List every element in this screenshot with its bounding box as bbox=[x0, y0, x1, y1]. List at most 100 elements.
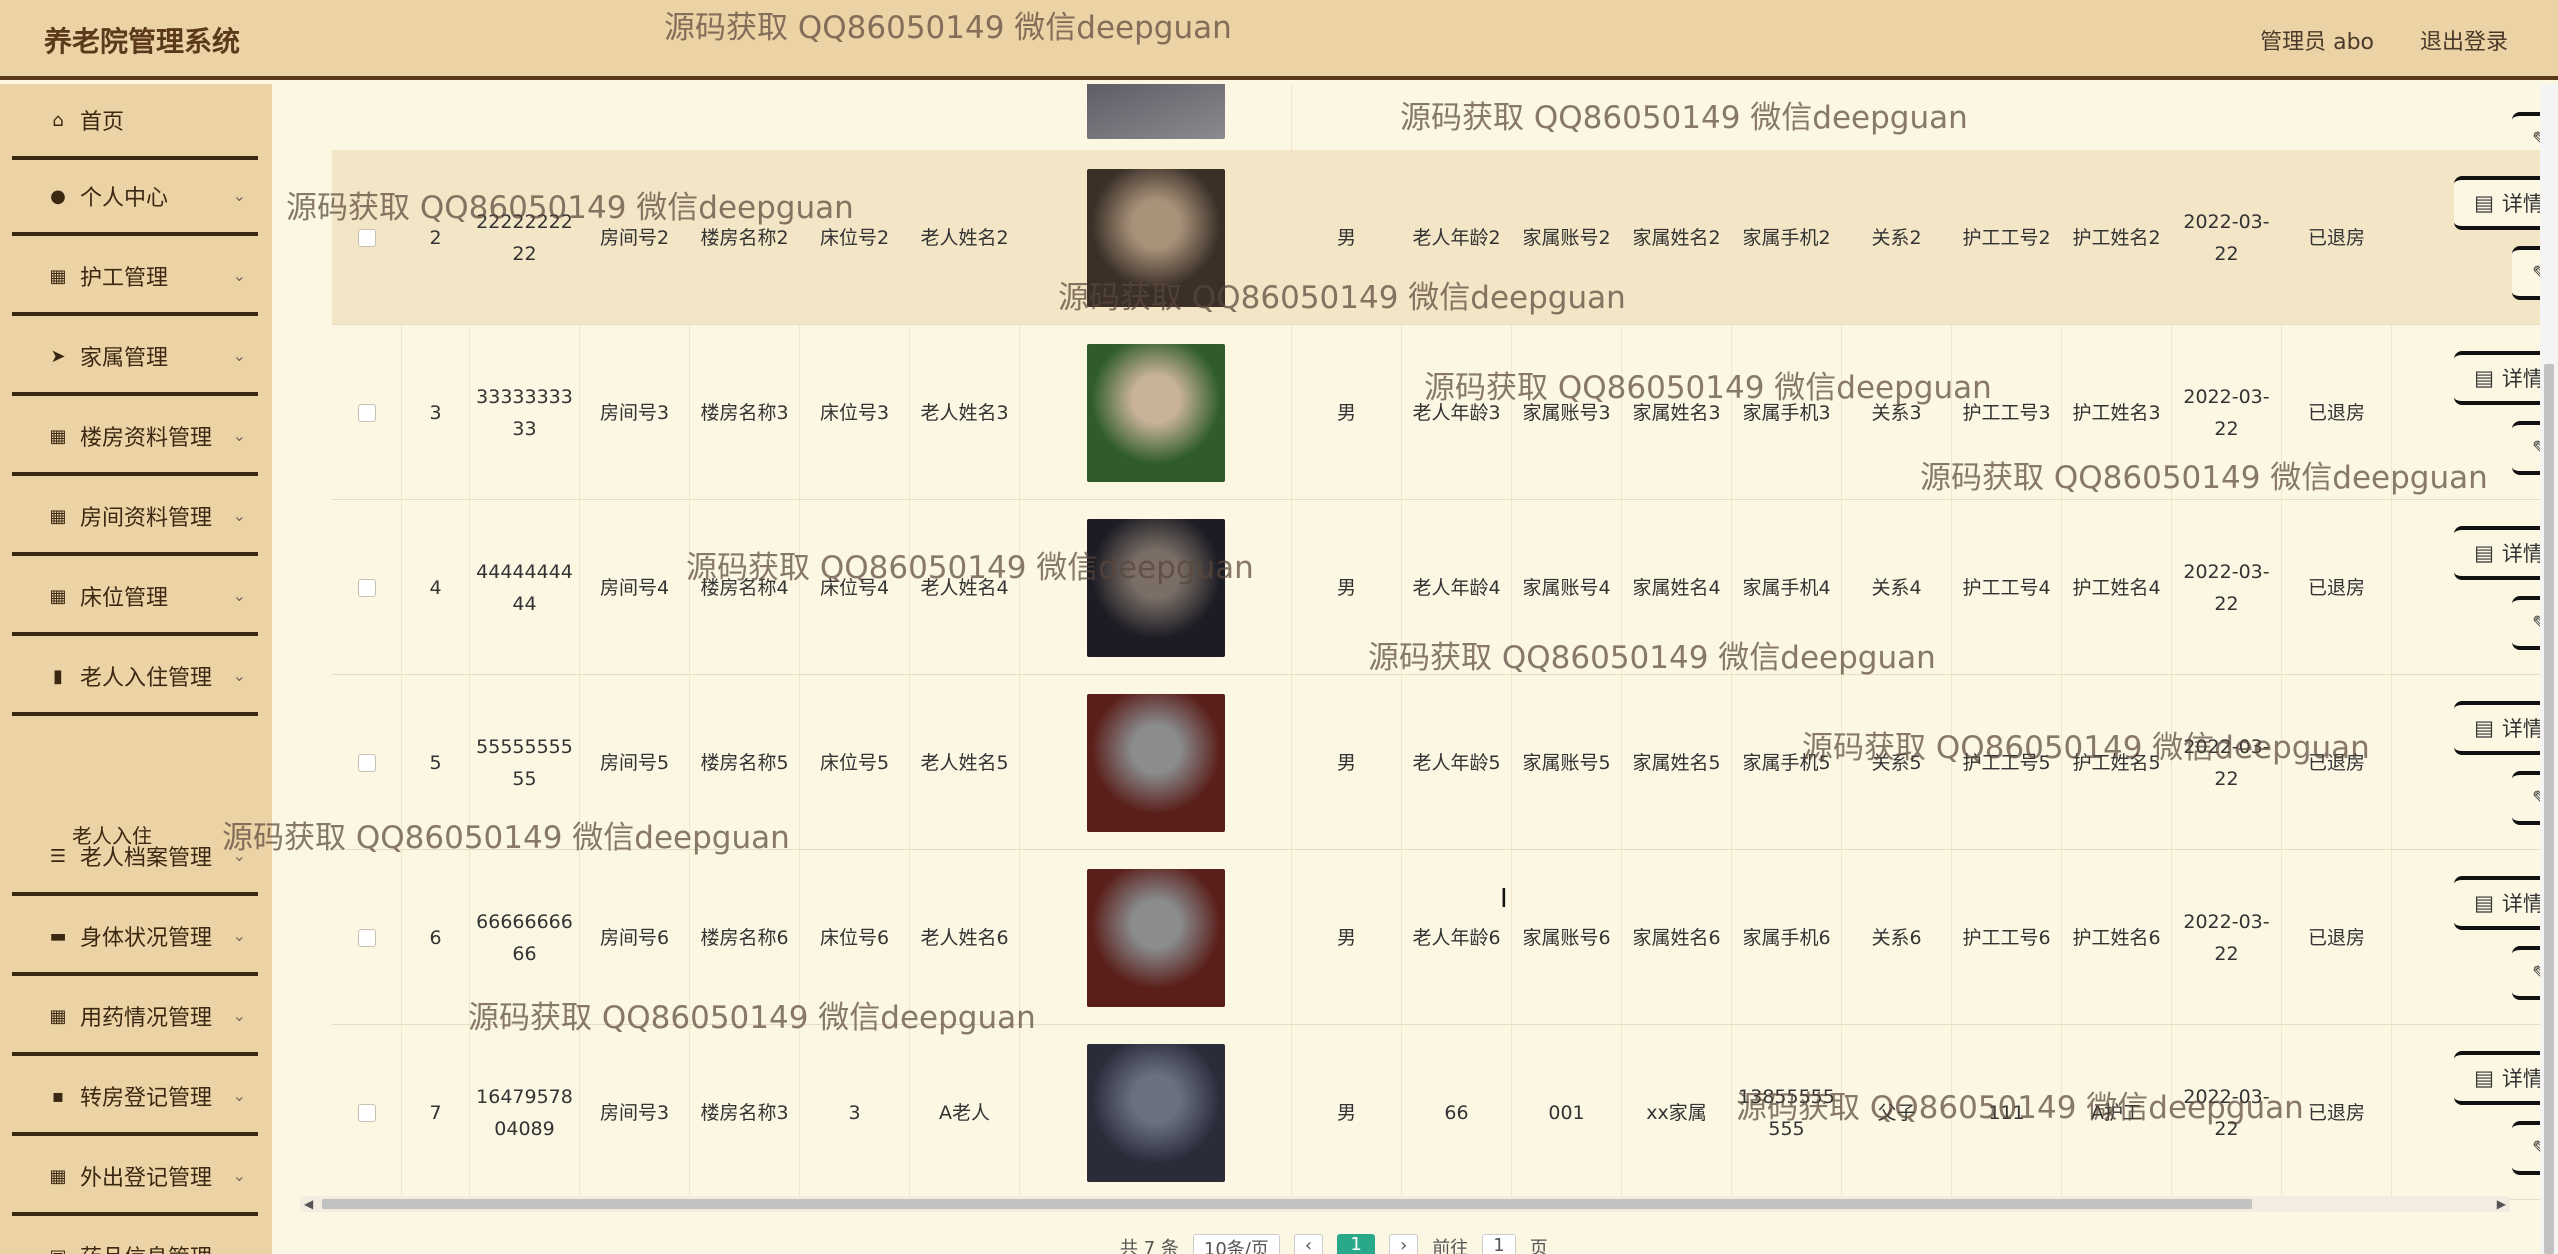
cell-idx: 3 bbox=[402, 325, 470, 500]
scroll-left-icon[interactable]: ◀ bbox=[304, 1196, 313, 1212]
checkbox-cell bbox=[332, 150, 402, 325]
sidebar-item-1[interactable]: ● 个人中心 ⌄ bbox=[12, 160, 258, 236]
cell-account: 1647957804089 bbox=[470, 1025, 580, 1200]
scroll-right-icon[interactable]: ▶ bbox=[2497, 1196, 2506, 1212]
document-icon: ▤ bbox=[2474, 1066, 2494, 1090]
sidebar-item-13[interactable]: ▣ 药品信息管理 ⌄ bbox=[12, 1220, 258, 1254]
detail-label: 详情 bbox=[2501, 192, 2544, 216]
document-icon: ▤ bbox=[2474, 716, 2494, 740]
row-checkbox[interactable] bbox=[357, 753, 376, 772]
horizontal-scrollbar[interactable]: ◀ ▶ bbox=[300, 1196, 2510, 1212]
photo-cell bbox=[1020, 1025, 1292, 1200]
sidebar-item-label: 外出登记管理 bbox=[80, 1166, 213, 1191]
logout-link[interactable]: 退出登录 bbox=[2420, 24, 2508, 56]
sidebar-item-4[interactable]: ▦ 楼房资料管理 ⌄ bbox=[12, 400, 258, 476]
next-page-button[interactable]: › bbox=[1389, 1234, 1419, 1254]
table-row[interactable]: 5 5555555555 房间号5 楼房名称5 床位号5 老人姓名5 男老人年龄5 家属账号5… bbox=[332, 675, 2558, 850]
cell-nurse_name: 护工姓名6 bbox=[2062, 850, 2172, 1025]
cell-date: 2022-03-22 bbox=[2172, 500, 2282, 675]
cell-fam_phone: 家属手机6 bbox=[1732, 850, 1842, 1025]
cell-building: 楼房名称6 bbox=[690, 850, 800, 1025]
sidebar-item-3[interactable]: ➤ 家属管理 ⌄ bbox=[12, 320, 258, 396]
prev-page-button[interactable]: ‹ bbox=[1293, 1234, 1324, 1254]
table-row[interactable]: 7 1647957804089 房间号3 楼房名称3 3 A老人 男 66 001 xx家属 138… bbox=[332, 1025, 2558, 1200]
send-icon: ➤ bbox=[50, 345, 66, 367]
elder-photo bbox=[1086, 868, 1225, 1007]
chevron-down-icon: ⌄ bbox=[232, 1006, 246, 1025]
cell-gender: 男 bbox=[1292, 1025, 1402, 1200]
row-checkbox[interactable] bbox=[357, 403, 376, 422]
sidebar-item-2[interactable]: ▦ 护工管理 ⌄ bbox=[12, 240, 258, 316]
cell-nurse_no: 护工工号6 bbox=[1952, 850, 2062, 1025]
current-user-label: 管理员 abo bbox=[2260, 30, 2374, 55]
row-checkbox[interactable] bbox=[357, 928, 376, 947]
cell-room: 房间号3 bbox=[580, 1025, 690, 1200]
cell-account: 2222222222 bbox=[470, 150, 580, 325]
chevron-down-icon: ⌄ bbox=[232, 346, 246, 365]
table-row[interactable]: 6 6666666666 房间号6 楼房名称6 床位号6 老人姓名6 男老人年龄6 家属账号6… bbox=[332, 850, 2558, 1025]
vertical-scrollbar[interactable] bbox=[2540, 84, 2558, 1254]
cell-fam_phone: 家属手机3 bbox=[1732, 325, 1842, 500]
grid-icon: ▦ bbox=[49, 425, 67, 447]
cell-fam_name: 家属姓名4 bbox=[1622, 500, 1732, 675]
cell-status: 已退房 bbox=[2282, 150, 2392, 325]
page-size-select[interactable]: 10条/页 bbox=[1192, 1234, 1280, 1254]
cell-fam_acc: 家属账号6 bbox=[1512, 850, 1622, 1025]
document-icon: ▤ bbox=[2474, 366, 2494, 390]
cell-fam_phone: 家属手机4 bbox=[1732, 500, 1842, 675]
sidebar-item-9[interactable]: ▬ 身体状况管理 ⌄ bbox=[12, 900, 258, 976]
cell-age: 老人年龄6 bbox=[1402, 850, 1512, 1025]
sidebar-item-label: 房间资料管理 bbox=[80, 506, 213, 531]
cell-bed: 3 bbox=[800, 1025, 910, 1200]
cell-bed: 床位号3 bbox=[800, 325, 910, 500]
chevron-down-icon: ⌄ bbox=[232, 846, 246, 865]
sidebar-subitem-elder-checkin[interactable]: 老人入住 bbox=[72, 820, 152, 849]
cell-age: 老人年龄3 bbox=[1402, 325, 1512, 500]
chevron-down-icon: ⌄ bbox=[232, 506, 246, 525]
cell-name: A老人 bbox=[910, 1025, 1020, 1200]
cell-nurse_name: 护工姓名3 bbox=[2062, 325, 2172, 500]
sidebar-item-7[interactable]: ▮ 老人入住管理 ⌄ bbox=[12, 640, 258, 716]
sidebar-item-6[interactable]: ▦ 床位管理 ⌄ bbox=[12, 560, 258, 636]
checkbox-cell bbox=[332, 675, 402, 850]
detail-label: 详情 bbox=[2501, 717, 2544, 741]
row-checkbox[interactable] bbox=[357, 228, 376, 247]
cell-bed: 床位号5 bbox=[800, 675, 910, 850]
chevron-down-icon: ⌄ bbox=[232, 926, 246, 945]
cell-gender: 男 bbox=[1292, 675, 1402, 850]
table-row[interactable]: 2 2222222222 房间号2 楼房名称2 床位号2 老人姓名2 男老人年龄2 家属账号2… bbox=[332, 150, 2558, 325]
page-number-button[interactable]: 1 bbox=[1337, 1234, 1376, 1254]
sidebar-item-label: 床位管理 bbox=[80, 586, 169, 611]
cell-fam_name: 家属姓名5 bbox=[1622, 675, 1732, 850]
sidebar-item-label: 转房登记管理 bbox=[80, 1086, 213, 1111]
goto-label: 前往 bbox=[1432, 1238, 1469, 1254]
cell-relation: 关系5 bbox=[1842, 675, 1952, 850]
elder-photo bbox=[1086, 518, 1225, 657]
goto-page-input[interactable]: 1 bbox=[1482, 1234, 1516, 1254]
cell-fam_phone: 家属手机5 bbox=[1732, 675, 1842, 850]
cell-idx: 7 bbox=[402, 1025, 470, 1200]
sidebar-item-0[interactable]: ⌂ 首页 bbox=[12, 84, 258, 160]
scroll-thumb[interactable] bbox=[322, 1199, 2252, 1209]
cell-building: 楼房名称3 bbox=[690, 1025, 800, 1200]
cell-fam_name: 家属姓名2 bbox=[1622, 150, 1732, 325]
table-row[interactable]: 3 3333333333 房间号3 楼房名称3 床位号3 老人姓名3 男老人年龄3 家属账号3… bbox=[332, 325, 2558, 500]
sidebar-item-11[interactable]: ▪ 转房登记管理 ⌄ bbox=[12, 1060, 258, 1136]
document-icon: ▤ bbox=[2474, 541, 2494, 565]
cell-idx: 6 bbox=[402, 850, 470, 1025]
elder-photo bbox=[1086, 168, 1225, 307]
row-checkbox[interactable] bbox=[357, 1103, 376, 1122]
sidebar-item-5[interactable]: ▦ 房间资料管理 ⌄ bbox=[12, 480, 258, 556]
clipboard-icon: ▣ bbox=[46, 1246, 70, 1254]
cell-gender: 男 bbox=[1292, 500, 1402, 675]
scroll-thumb-vertical[interactable] bbox=[2544, 364, 2554, 1254]
table-row[interactable]: 4 4444444444 房间号4 楼房名称4 床位号4 老人姓名4 男老人年龄4 家属账号4… bbox=[332, 500, 2558, 675]
cell-relation: 关系6 bbox=[1842, 850, 1952, 1025]
row-checkbox[interactable] bbox=[357, 578, 376, 597]
table-row: ✎ bbox=[332, 84, 2558, 166]
sidebar-item-10[interactable]: ▦ 用药情况管理 ⌄ bbox=[12, 980, 258, 1056]
total-count: 共 7 条 bbox=[1120, 1238, 1179, 1254]
cell-fam_name: xx家属 bbox=[1622, 1025, 1732, 1200]
cell-idx: 2 bbox=[402, 150, 470, 325]
sidebar-item-12[interactable]: ▦ 外出登记管理 ⌄ bbox=[12, 1140, 258, 1216]
